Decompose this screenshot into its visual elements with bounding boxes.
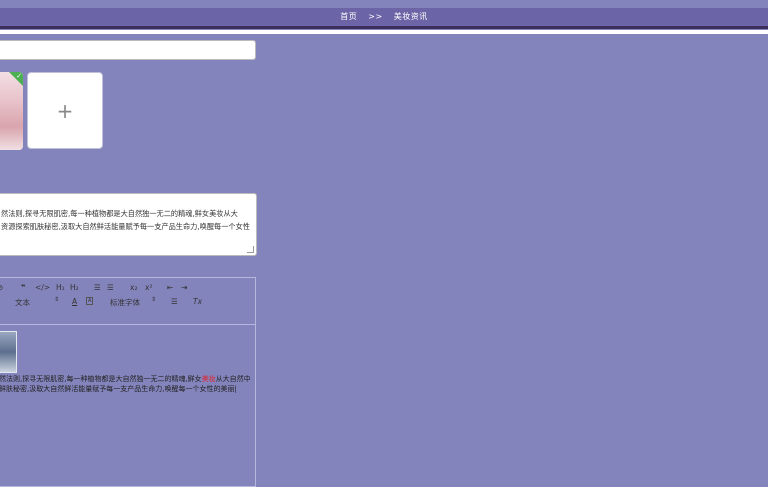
ordered-list-icon[interactable]: ☰ [94,283,101,292]
summary-textarea[interactable]: 然法则,探寻无限肌密,每一种植物都是大自然独一无二的精魂,鲜女美妆从大 资源探索… [0,193,257,256]
top-bar: 首页 >> 美妆资讯 [0,8,768,29]
breadcrumb-current[interactable]: 美妆资讯 [394,12,428,21]
summary-line-1: 然法则,探寻无限肌密,每一种植物都是大自然独一无二的精魂,鲜女美妆从大 [1,209,238,218]
font-select-chevron-icon: ⇕ [151,296,157,303]
font-family-select[interactable]: 标准字体 [110,297,140,308]
text-size-select[interactable]: 文本 [15,297,30,308]
highlighted-text: 美妆 [201,375,216,383]
rich-text-editor: ⊘ ❞ </> H₁ H₂ ☰ ☰ x₂ x² ⇤ ⇥ 文本 ⇕ A A 标准字… [0,277,256,487]
content-text: 然法则,探寻无限肌密,每一种植物都是大自然独一无二的精魂,鲜女 [0,375,202,383]
h2-button[interactable]: H₂ [70,283,79,292]
h1-button[interactable]: H₁ [56,283,65,292]
breadcrumb-home[interactable]: 首页 [340,12,357,21]
content-line-1: 然法则,探寻无限肌密,每一种植物都是大自然独一无二的精魂,鲜女美妆从大自然中 [0,374,251,384]
background-color-button[interactable]: A [86,297,94,305]
content-line-2: 鲜肤秘密,汲取大自然鲜活能量赋予每一支产品生命力,唤醒每一个女性的美丽| [0,385,237,393]
indent-icon[interactable]: ⇤ [167,283,173,292]
superscript-button[interactable]: x² [145,283,152,292]
align-icon[interactable]: ☰ [171,297,178,306]
uploaded-image-thumbnail[interactable]: ✓ [0,72,23,150]
breadcrumb-separator: >> [368,12,383,21]
code-button[interactable]: </> [35,283,50,292]
add-image-button[interactable]: + [27,72,103,149]
plus-icon: + [56,99,74,123]
editor-toolbar: ⊘ ❞ </> H₁ H₂ ☰ ☰ x₂ x² ⇤ ⇥ 文本 ⇕ A A 标准字… [0,278,255,325]
font-color-button[interactable]: A [72,297,77,306]
size-select-chevron-icon: ⇕ [54,296,60,303]
bullet-list-icon[interactable]: ☰ [107,283,114,292]
link-icon[interactable]: ⊘ [0,283,3,292]
check-icon: ✓ [16,72,22,80]
inserted-image[interactable] [0,331,17,373]
header-divider [0,30,768,34]
subscript-button[interactable]: x₂ [130,283,137,292]
resize-handle[interactable] [247,246,254,253]
content-text: 从大自然中 [215,375,251,383]
title-input[interactable] [0,40,256,60]
blockquote-button[interactable]: ❞ [21,283,25,292]
outdent-icon[interactable]: ⇥ [181,283,187,292]
summary-line-2: 资源探索肌肤秘密,汲取大自然鲜活能量赋予每一支产品生命力,唤醒每一个女性 [1,222,250,231]
breadcrumb: 首页 >> 美妆资讯 [0,11,768,22]
clear-format-icon[interactable]: Tx [193,297,202,306]
